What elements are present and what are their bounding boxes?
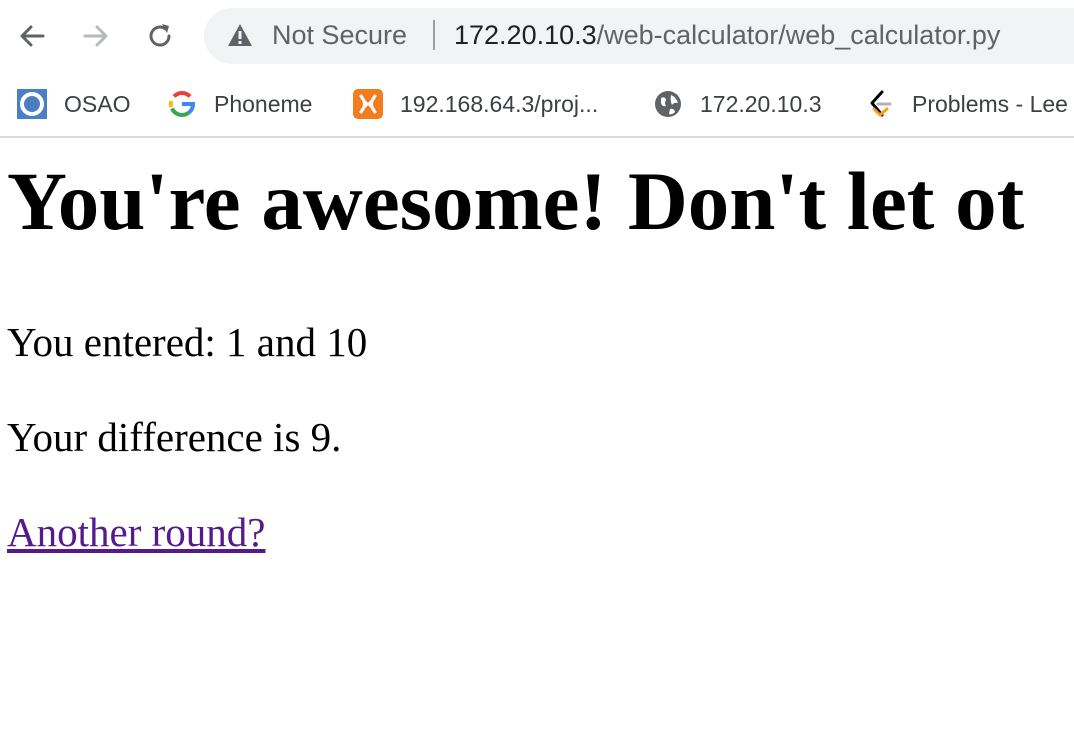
back-button[interactable] xyxy=(10,14,54,58)
entered-values-text: You entered: 1 and 10 xyxy=(7,319,368,365)
bookmark-phoneme[interactable]: Phoneme xyxy=(166,86,312,122)
arrow-left-icon xyxy=(20,25,45,47)
reload-button[interactable] xyxy=(138,14,182,58)
bookmark-local-project[interactable]: 192.168.64.3/proj... xyxy=(352,86,598,122)
osao-icon xyxy=(16,88,48,120)
url-host: 172.20.10.3 xyxy=(454,20,597,50)
another-round-link[interactable]: Another round? xyxy=(7,512,265,553)
bookmark-label: Problems - Lee xyxy=(912,90,1068,117)
google-icon xyxy=(166,88,198,120)
browser-chrome: Not Secure 172.20.10.3/web-calculator/we… xyxy=(0,0,1074,138)
bookmark-label: OSAO xyxy=(64,90,131,117)
bookmark-osao[interactable]: OSAO xyxy=(16,86,130,122)
page-content: You're awesome! Don't let ot You entered… xyxy=(0,140,1074,738)
security-status[interactable]: Not Secure xyxy=(272,20,407,51)
arrow-right-icon xyxy=(83,25,108,47)
globe-icon xyxy=(652,88,684,120)
warning-triangle-icon[interactable] xyxy=(226,22,254,55)
xampp-icon xyxy=(352,88,384,120)
bookmark-label: 172.20.10.3 xyxy=(700,90,822,117)
bookmark-label: 192.168.64.3/proj... xyxy=(400,90,599,117)
omnibox-divider xyxy=(433,20,435,50)
bookmark-leetcode[interactable]: Problems - Lee xyxy=(864,86,1068,122)
leetcode-icon xyxy=(864,88,896,120)
address-bar[interactable]: Not Secure 172.20.10.3/web-calculator/we… xyxy=(204,8,1074,64)
reload-icon xyxy=(149,24,171,47)
page-headline: You're awesome! Don't let ot xyxy=(7,155,1025,247)
url-path: /web-calculator/web_calculator.py xyxy=(596,20,1001,50)
forward-button[interactable] xyxy=(74,14,118,58)
difference-result-text: Your difference is 9. xyxy=(7,414,342,460)
bookmark-label: Phoneme xyxy=(214,90,313,117)
bookmark-local-server[interactable]: 172.20.10.3 xyxy=(652,86,822,122)
url-text[interactable]: 172.20.10.3/web-calculator/web_calculato… xyxy=(454,20,1000,51)
bookmarks-bar: OSAO Phoneme 192.168.64.3/proj... 172.20… xyxy=(0,76,1074,132)
